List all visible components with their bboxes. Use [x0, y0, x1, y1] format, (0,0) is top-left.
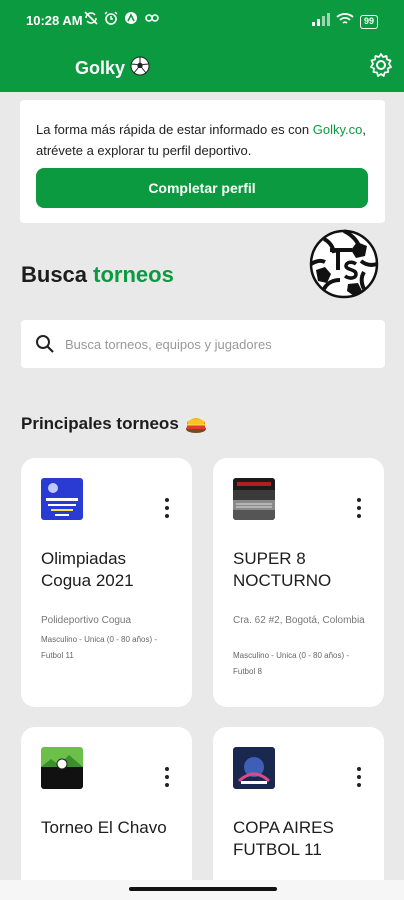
- more-options-icon[interactable]: [356, 498, 362, 518]
- tournament-card[interactable]: Olimpiadas Cogua 2021 Polideportivo Cogu…: [21, 458, 192, 707]
- tournament-thumbnail: [233, 478, 275, 520]
- status-bar: 10:28 AM 99: [0, 0, 404, 42]
- search-heading-plain: Busca: [21, 262, 94, 287]
- golky-link[interactable]: Golky.co: [313, 122, 363, 137]
- home-gesture-handle[interactable]: [129, 887, 277, 891]
- profile-prompt-card: La forma más rápida de estar informado e…: [20, 100, 385, 223]
- battery-indicator: 99: [359, 14, 378, 29]
- tournament-name: Olimpiadas Cogua 2021: [41, 549, 134, 590]
- status-icons: [84, 11, 159, 25]
- trophy-icon: [185, 414, 207, 434]
- search-heading-accent: torneos: [93, 262, 174, 287]
- app-icon: [124, 11, 138, 25]
- search-field[interactable]: [21, 320, 385, 368]
- app-title-text: Golky: [75, 58, 126, 78]
- tournament-thumbnail: [41, 478, 83, 520]
- complete-profile-button[interactable]: Completar perfil: [36, 168, 368, 208]
- more-options-icon[interactable]: [356, 767, 362, 787]
- tournament-card[interactable]: Torneo El Chavo: [21, 727, 192, 900]
- settings-gear-icon[interactable]: [368, 52, 394, 78]
- tournament-card[interactable]: COPA AIRES FUTBOL 11: [213, 727, 384, 900]
- search-icon: [35, 334, 55, 354]
- tournament-location: Polideportivo Cogua: [41, 615, 132, 626]
- status-time: 10:28 AM: [26, 13, 83, 28]
- brand-logo-ball: [308, 228, 380, 300]
- tournaments-heading: Principales torneos: [21, 414, 207, 434]
- more-options-icon[interactable]: [164, 767, 170, 787]
- profile-prompt-message: La forma más rápida de estar informado e…: [36, 119, 371, 161]
- tournament-name: SUPER 8 NOCTURNO: [233, 549, 332, 590]
- link-icon: [144, 11, 159, 25]
- sync-off-icon: [84, 11, 98, 25]
- prompt-text: La forma más rápida de estar informado e…: [36, 122, 313, 137]
- tournament-name: Torneo El Chavo: [41, 818, 167, 837]
- app-bar: Golky: [0, 42, 404, 92]
- app-title: Golky: [75, 56, 150, 81]
- alarm-icon: [104, 11, 118, 25]
- soccer-ball-icon: [130, 56, 150, 81]
- tournament-category: Masculino - Unica (0 - 80 años) - Futbol…: [233, 651, 350, 676]
- tournament-location: Cra. 62 #2, Bogotá, Colombia: [233, 615, 365, 626]
- search-input[interactable]: [65, 320, 375, 368]
- system-navigation-bar: [0, 880, 404, 900]
- tournament-category: Masculino - Unica (0 - 80 años) - Futbol…: [41, 635, 158, 660]
- tournaments-heading-text: Principales torneos: [21, 414, 179, 433]
- wifi-icon: [336, 12, 354, 31]
- search-heading: Busca torneos: [21, 262, 174, 288]
- tournament-card[interactable]: SUPER 8 NOCTURNO Cra. 62 #2, Bogotá, Col…: [213, 458, 384, 707]
- tournament-thumbnail: [41, 747, 83, 789]
- more-options-icon[interactable]: [164, 498, 170, 518]
- tournament-name: COPA AIRES FUTBOL 11: [233, 818, 334, 859]
- signal-icon: [311, 12, 330, 31]
- tournament-thumbnail: [233, 747, 275, 789]
